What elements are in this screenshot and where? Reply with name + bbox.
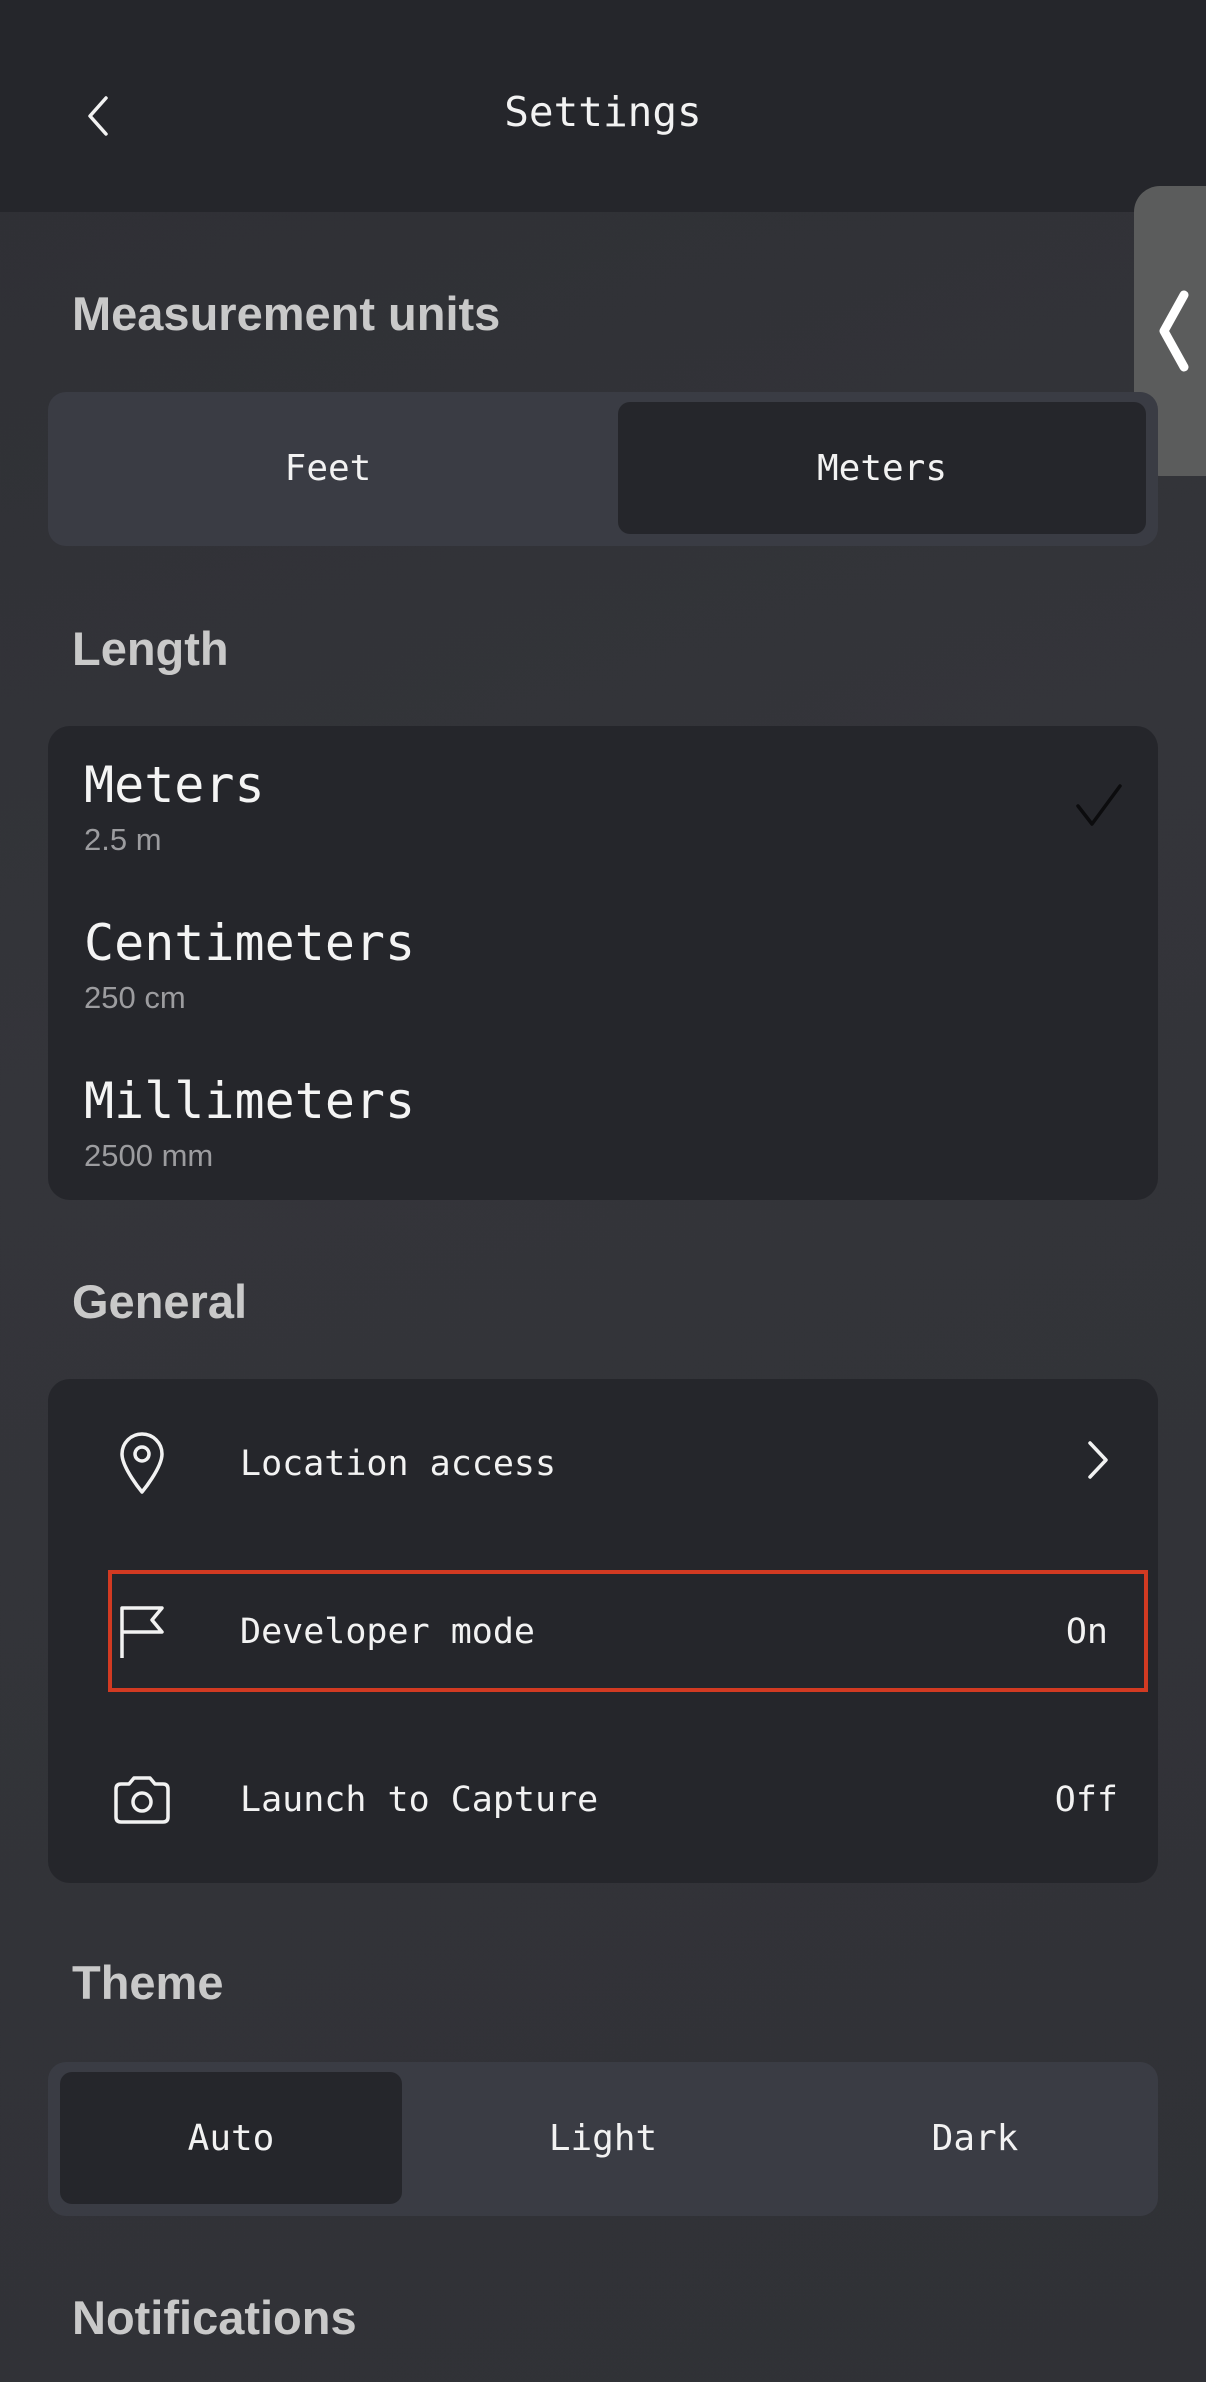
units-option-meters[interactable]: Meters	[618, 402, 1146, 534]
length-option-example: 250 cm	[84, 980, 186, 1015]
launch-to-capture-row[interactable]: Launch to Capture Off	[100, 1738, 1152, 1862]
measurement-units-heading: Measurement units	[72, 287, 501, 340]
length-option-centimeters[interactable]: Centimeters 250 cm	[84, 914, 1114, 1016]
notifications-heading: Notifications	[72, 2291, 357, 2344]
page-title: Settings	[504, 88, 702, 136]
length-heading: Length	[72, 622, 229, 675]
theme-option-auto[interactable]: Auto	[60, 2072, 402, 2204]
location-access-row[interactable]: Location access	[100, 1402, 1152, 1526]
chevron-left-icon	[1159, 290, 1189, 372]
launch-to-capture-value: Off	[1054, 1780, 1118, 1820]
launch-to-capture-label: Launch to Capture	[240, 1780, 599, 1820]
location-access-label: Location access	[240, 1444, 557, 1484]
length-list: Meters 2.5 m Centimeters 250 cm Millimet…	[48, 726, 1158, 1200]
checkmark-icon	[1076, 784, 1122, 826]
length-option-millimeters[interactable]: Millimeters 2500 mm	[84, 1072, 1114, 1174]
theme-heading: Theme	[72, 1956, 224, 2009]
measurement-units-segmented-control: Feet Meters	[48, 392, 1158, 546]
developer-mode-highlight	[108, 1570, 1148, 1692]
length-option-example: 2500 mm	[84, 1138, 214, 1173]
length-option-meters[interactable]: Meters 2.5 m	[84, 756, 1114, 858]
length-option-name: Centimeters	[84, 914, 416, 972]
camera-icon	[110, 1768, 174, 1832]
length-option-name: Meters	[84, 756, 265, 814]
theme-segmented-control: Auto Light Dark	[48, 2062, 1158, 2216]
chevron-right-icon	[1086, 1439, 1110, 1490]
length-option-name: Millimeters	[84, 1072, 416, 1130]
location-pin-icon	[110, 1432, 174, 1496]
general-heading: General	[72, 1275, 248, 1328]
theme-option-light[interactable]: Light	[432, 2072, 774, 2204]
theme-option-dark[interactable]: Dark	[804, 2072, 1146, 2204]
units-option-feet[interactable]: Feet	[58, 402, 598, 534]
length-option-example: 2.5 m	[84, 822, 162, 857]
top-app-bar: Settings	[0, 0, 1206, 212]
